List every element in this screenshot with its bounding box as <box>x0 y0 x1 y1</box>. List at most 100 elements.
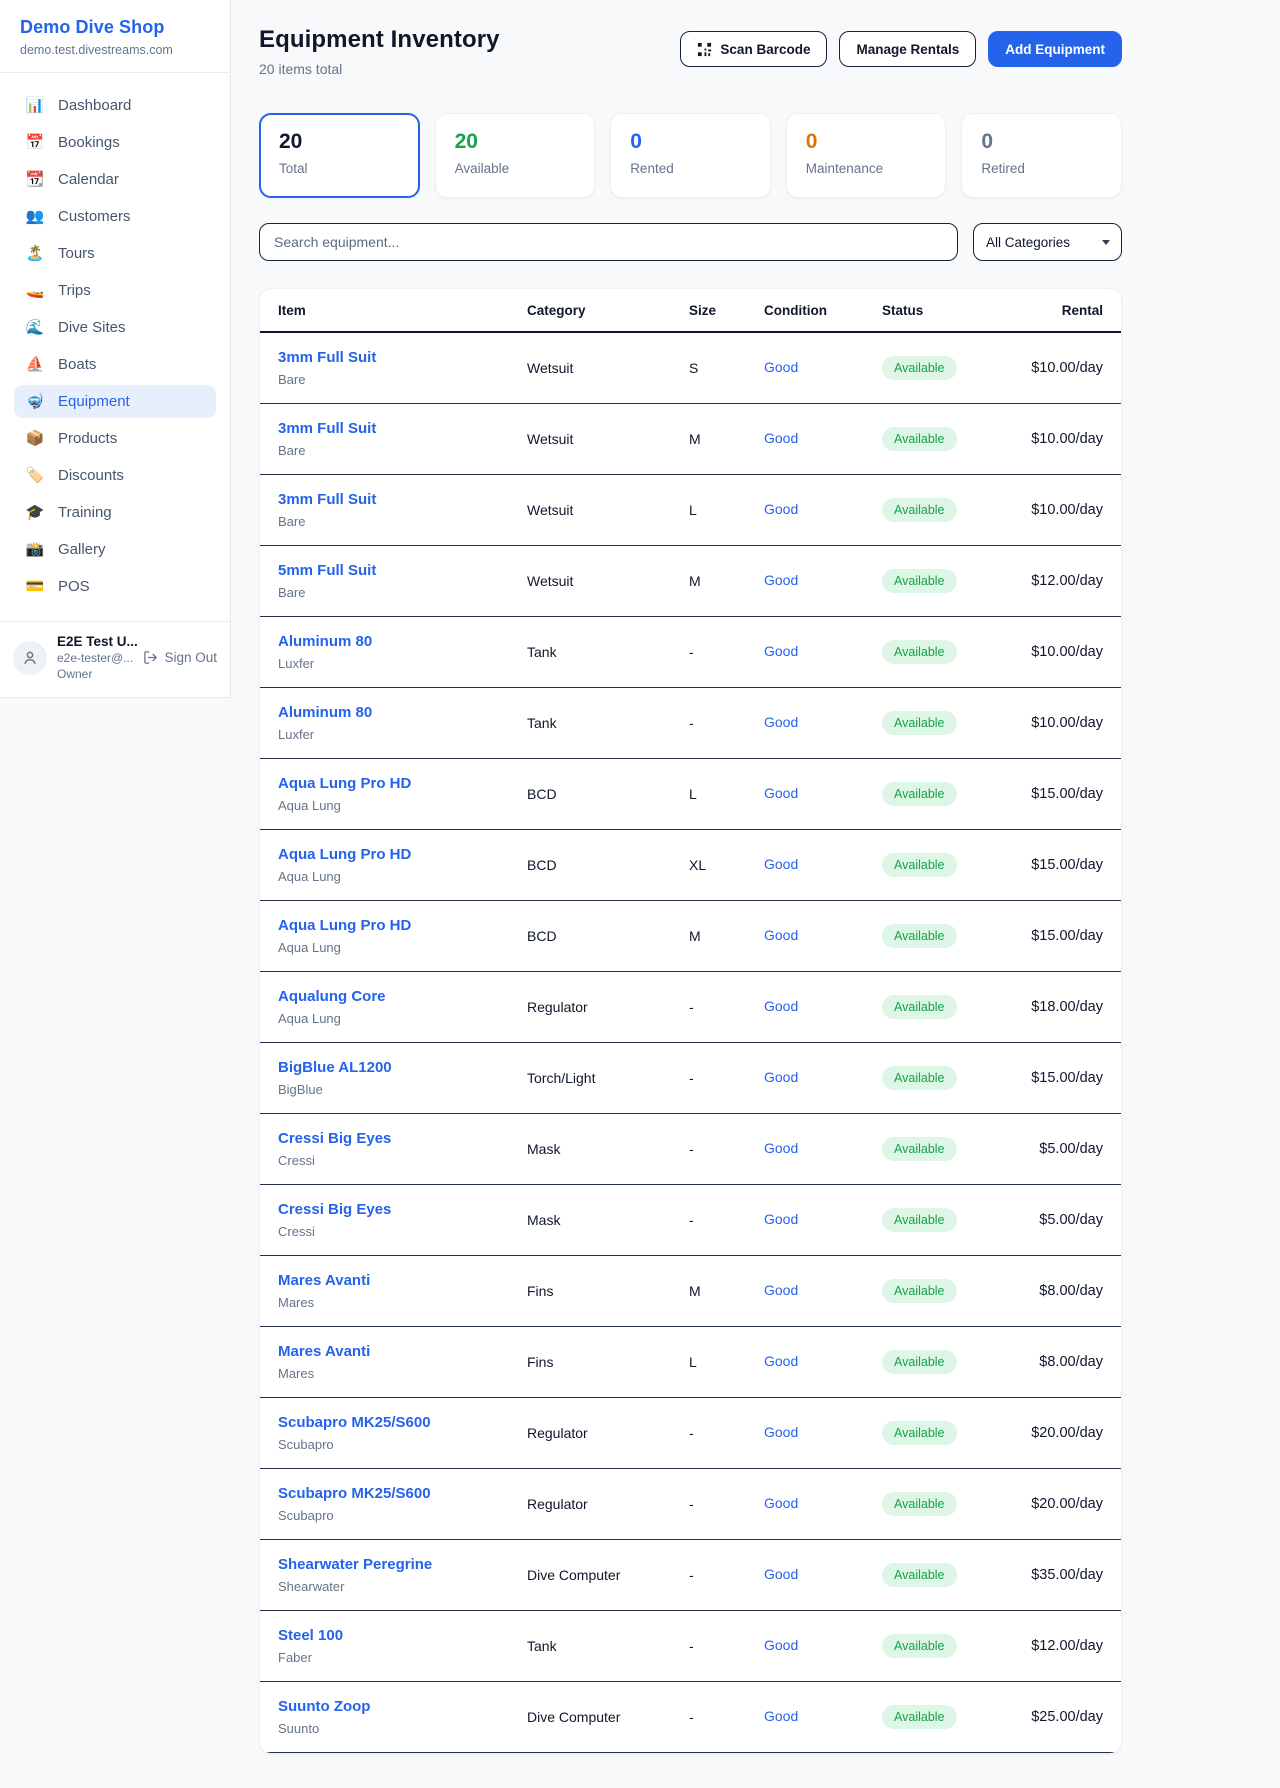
item-link[interactable]: 3mm Full Suit <box>278 420 376 437</box>
condition-link[interactable]: Good <box>764 1211 798 1227</box>
condition-link[interactable]: Good <box>764 1566 798 1582</box>
equipment-table: Item Category Size Condition Status Rent… <box>259 288 1122 1754</box>
condition-link[interactable]: Good <box>764 714 798 730</box>
condition-link[interactable]: Good <box>764 501 798 517</box>
condition-link[interactable]: Good <box>764 1495 798 1511</box>
sign-out-button[interactable]: Sign Out <box>143 650 217 665</box>
sidebar-item-discounts[interactable]: 🏷️ Discounts <box>14 459 216 492</box>
sidebar-item-boats[interactable]: ⛵ Boats <box>14 348 216 381</box>
condition-cell: Good <box>764 643 882 661</box>
condition-link[interactable]: Good <box>764 643 798 659</box>
sidebar-item-customers[interactable]: 👥 Customers <box>14 200 216 233</box>
size-cell: L <box>689 1354 764 1370</box>
item-link[interactable]: Aluminum 80 <box>278 633 372 650</box>
condition-link[interactable]: Good <box>764 1637 798 1653</box>
item-link[interactable]: Mares Avanti <box>278 1272 370 1289</box>
condition-link[interactable]: Good <box>764 1424 798 1440</box>
sidebar-item-training[interactable]: 🎓 Training <box>14 496 216 529</box>
condition-cell: Good <box>764 1282 882 1300</box>
item-link[interactable]: 3mm Full Suit <box>278 491 376 508</box>
sidebar-item-pos[interactable]: 💳 POS <box>14 570 216 603</box>
item-link[interactable]: BigBlue AL1200 <box>278 1059 392 1076</box>
condition-cell: Good <box>764 998 882 1016</box>
category-cell: Wetsuit <box>527 431 689 447</box>
sidebar-item-dashboard[interactable]: 📊 Dashboard <box>14 89 216 122</box>
item-link[interactable]: Scubapro MK25/S600 <box>278 1485 431 1502</box>
table-row: 3mm Full Suit Bare Wetsuit L Good Availa… <box>260 475 1121 546</box>
status-badge: Available <box>882 1208 957 1232</box>
stat-card-maintenance[interactable]: 0 Maintenance <box>786 113 947 198</box>
item-link[interactable]: Aqualung Core <box>278 988 386 1005</box>
item-link[interactable]: 5mm Full Suit <box>278 562 376 579</box>
item-brand: Bare <box>278 372 527 387</box>
condition-link[interactable]: Good <box>764 998 798 1014</box>
scan-barcode-button[interactable]: Scan Barcode <box>680 31 827 67</box>
stat-card-total[interactable]: 20 Total <box>259 113 420 198</box>
category-cell: Fins <box>527 1283 689 1299</box>
sidebar-item-tours[interactable]: 🏝️ Tours <box>14 237 216 270</box>
nav-icon-dive-sites: 🌊 <box>25 320 45 335</box>
condition-link[interactable]: Good <box>764 430 798 446</box>
condition-link[interactable]: Good <box>764 927 798 943</box>
condition-link[interactable]: Good <box>764 1708 798 1724</box>
manage-rentals-button[interactable]: Manage Rentals <box>839 31 976 67</box>
status-cell: Available <box>882 427 1022 451</box>
item-link[interactable]: Scubapro MK25/S600 <box>278 1414 431 1431</box>
size-cell: - <box>689 715 764 731</box>
category-cell: Dive Computer <box>527 1567 689 1583</box>
table-row: Scubapro MK25/S600 Scubapro Regulator - … <box>260 1398 1121 1469</box>
item-link[interactable]: Cressi Big Eyes <box>278 1201 391 1218</box>
category-cell: BCD <box>527 928 689 944</box>
size-cell: M <box>689 1283 764 1299</box>
item-link[interactable]: 3mm Full Suit <box>278 349 376 366</box>
item-link[interactable]: Aqua Lung Pro HD <box>278 775 411 792</box>
stat-card-available[interactable]: 20 Available <box>435 113 596 198</box>
sidebar-item-bookings[interactable]: 📅 Bookings <box>14 126 216 159</box>
sidebar-item-equipment[interactable]: 🤿 Equipment <box>14 385 216 418</box>
condition-cell: Good <box>764 359 882 377</box>
item-brand: BigBlue <box>278 1082 527 1097</box>
stat-label: Available <box>455 161 576 176</box>
item-link[interactable]: Suunto Zoop <box>278 1698 370 1715</box>
status-cell: Available <box>882 1066 1022 1090</box>
table-row: 3mm Full Suit Bare Wetsuit S Good Availa… <box>260 333 1121 404</box>
condition-link[interactable]: Good <box>764 1353 798 1369</box>
item-link[interactable]: Aluminum 80 <box>278 704 372 721</box>
item-link[interactable]: Aqua Lung Pro HD <box>278 846 411 863</box>
stat-card-rented[interactable]: 0 Rented <box>610 113 771 198</box>
item-link[interactable]: Shearwater Peregrine <box>278 1556 432 1573</box>
sidebar-item-trips[interactable]: 🚤 Trips <box>14 274 216 307</box>
item-cell: Aqua Lung Pro HD Aqua Lung <box>278 917 527 955</box>
stat-card-retired[interactable]: 0 Retired <box>961 113 1122 198</box>
add-equipment-button[interactable]: Add Equipment <box>988 31 1122 67</box>
size-cell: M <box>689 431 764 447</box>
stat-value: 20 <box>279 129 400 155</box>
item-cell: Scubapro MK25/S600 Scubapro <box>278 1414 527 1452</box>
sidebar-item-calendar[interactable]: 📆 Calendar <box>14 163 216 196</box>
sidebar-item-gallery[interactable]: 📸 Gallery <box>14 533 216 566</box>
rental-cell: $8.00/day <box>1022 1354 1103 1370</box>
sidebar-item-dive-sites[interactable]: 🌊 Dive Sites <box>14 311 216 344</box>
item-link[interactable]: Cressi Big Eyes <box>278 1130 391 1147</box>
category-cell: Tank <box>527 1638 689 1654</box>
item-link[interactable]: Mares Avanti <box>278 1343 370 1360</box>
condition-link[interactable]: Good <box>764 785 798 801</box>
item-cell: BigBlue AL1200 BigBlue <box>278 1059 527 1097</box>
search-input[interactable] <box>259 223 958 261</box>
item-link[interactable]: Aqua Lung Pro HD <box>278 917 411 934</box>
item-cell: Steel 100 Faber <box>278 1627 527 1665</box>
table-header-row: Item Category Size Condition Status Rent… <box>260 289 1121 333</box>
item-link[interactable]: Steel 100 <box>278 1627 343 1644</box>
sidebar-item-products[interactable]: 📦 Products <box>14 422 216 455</box>
condition-link[interactable]: Good <box>764 856 798 872</box>
condition-link[interactable]: Good <box>764 572 798 588</box>
condition-cell: Good <box>764 1069 882 1087</box>
items-count: 20 items total <box>259 61 500 77</box>
condition-link[interactable]: Good <box>764 1282 798 1298</box>
category-select[interactable]: All Categories <box>973 223 1122 261</box>
condition-link[interactable]: Good <box>764 1140 798 1156</box>
item-cell: Aqua Lung Pro HD Aqua Lung <box>278 846 527 884</box>
condition-link[interactable]: Good <box>764 1069 798 1085</box>
column-header-size: Size <box>689 303 764 318</box>
condition-link[interactable]: Good <box>764 359 798 375</box>
